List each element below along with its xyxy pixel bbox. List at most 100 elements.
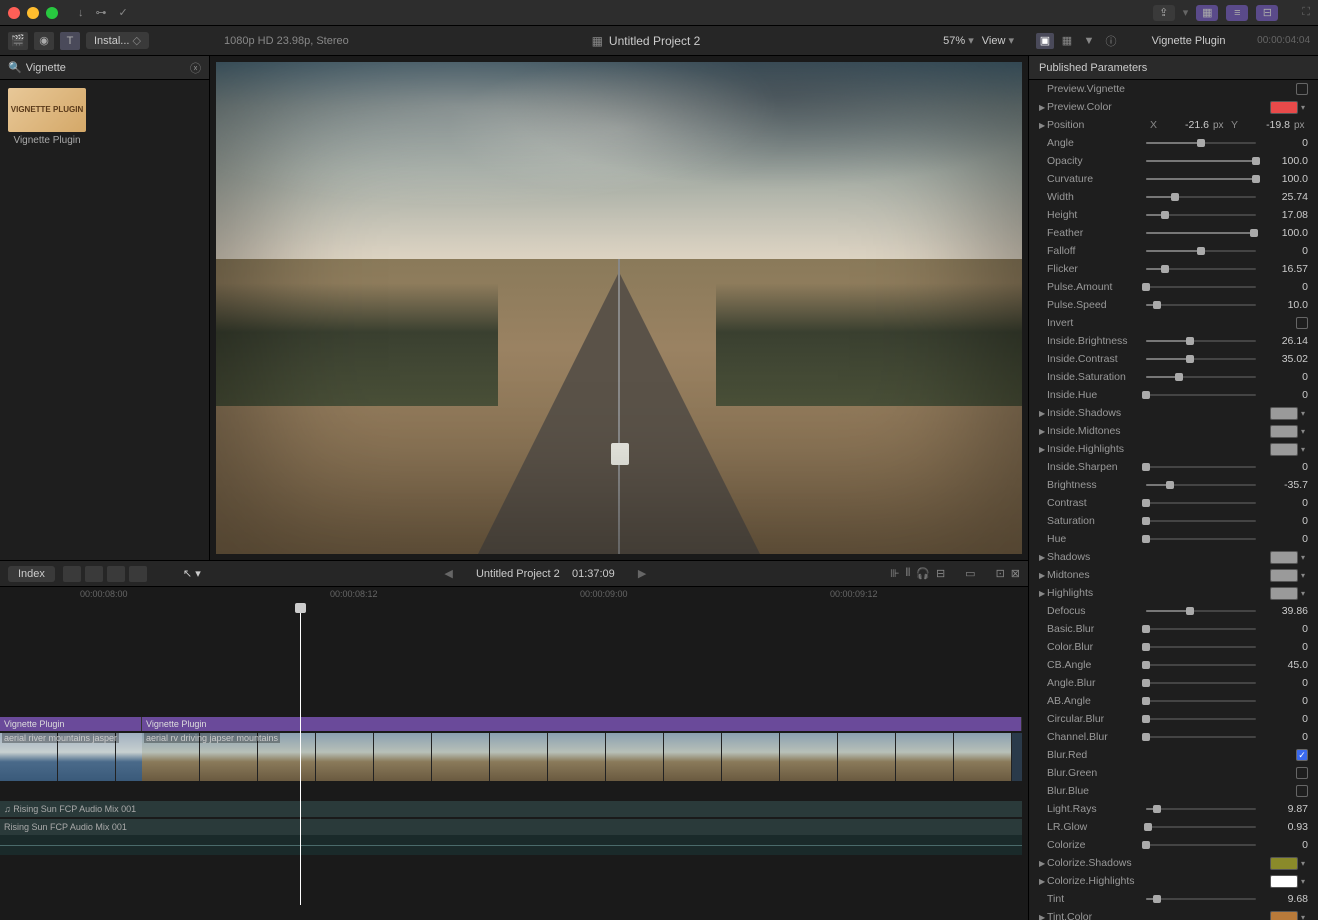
disclosure-icon[interactable]: ▶ (1039, 427, 1047, 436)
clear-search-icon[interactable]: ⓧ (190, 60, 201, 76)
param-slider[interactable] (1146, 160, 1256, 162)
param-value[interactable]: 0 (1260, 515, 1308, 527)
param-slider[interactable] (1146, 286, 1256, 288)
color-popup-icon[interactable]: ▾ (1298, 409, 1308, 418)
snap-icon[interactable]: ⊟ (936, 567, 945, 580)
param-checkbox[interactable] (1296, 767, 1308, 779)
timeline-tracks[interactable]: Vignette Plugin Vignette Plugin aerial r… (0, 605, 1028, 905)
param-value[interactable]: 0 (1260, 371, 1308, 383)
param-x[interactable]: -21.6 (1161, 119, 1209, 131)
param-slider[interactable] (1146, 484, 1256, 486)
search-input[interactable] (26, 62, 190, 74)
param-slider[interactable] (1146, 898, 1256, 900)
param-slider[interactable] (1146, 700, 1256, 702)
param-value[interactable]: 39.86 (1260, 605, 1308, 617)
audio-waveform[interactable] (0, 835, 1022, 855)
param-value[interactable]: 0 (1260, 695, 1308, 707)
color-swatch[interactable] (1270, 911, 1298, 920)
param-y[interactable]: -19.8 (1242, 119, 1290, 131)
zoom-fit-icon[interactable]: ⊠ (1011, 567, 1020, 580)
param-slider[interactable] (1146, 718, 1256, 720)
param-slider[interactable] (1146, 466, 1256, 468)
disclosure-icon[interactable]: ▶ (1039, 859, 1047, 868)
color-popup-icon[interactable]: ▾ (1298, 427, 1308, 436)
param-value[interactable]: 0 (1260, 245, 1308, 257)
photos-icon[interactable]: ◉ (34, 32, 54, 50)
color-popup-icon[interactable]: ▾ (1298, 571, 1308, 580)
param-slider[interactable] (1146, 538, 1256, 540)
param-value[interactable]: 45.0 (1260, 659, 1308, 671)
inspector-i-icon[interactable]: ⓘ (1102, 33, 1120, 49)
param-value[interactable]: 0 (1260, 281, 1308, 293)
view-popup[interactable]: View ▾ (982, 34, 1014, 47)
param-value[interactable]: 100.0 (1260, 155, 1308, 167)
project-title[interactable]: ▦Untitled Project 2 (592, 34, 701, 48)
audio-clip[interactable]: ♫ Rising Sun FCP Audio Mix 001 (0, 801, 1022, 817)
param-checkbox[interactable]: ✓ (1296, 749, 1308, 761)
maximize-button[interactable] (46, 7, 58, 19)
arrow-tool-icon[interactable]: ↖ ▾ (183, 567, 201, 580)
param-slider[interactable] (1146, 232, 1256, 234)
param-value[interactable]: 0 (1260, 461, 1308, 473)
layout-browser-button[interactable]: ▦ (1196, 5, 1218, 21)
insert-clip-icon[interactable] (85, 566, 103, 582)
skimming-icon[interactable]: ⊪ (890, 567, 900, 580)
param-checkbox[interactable] (1296, 317, 1308, 329)
param-value[interactable]: 0 (1260, 677, 1308, 689)
param-value[interactable]: 10.0 (1260, 299, 1308, 311)
import-icon[interactable]: ↓ (78, 7, 84, 19)
color-swatch[interactable] (1270, 425, 1298, 438)
zoom-popup[interactable]: 57% ▾ (943, 34, 974, 47)
param-slider[interactable] (1146, 304, 1256, 306)
zoom-tl-icon[interactable]: ⊡ (996, 567, 1005, 580)
color-popup-icon[interactable]: ▾ (1298, 589, 1308, 598)
render-icon[interactable]: ✓ (119, 6, 128, 19)
param-slider[interactable] (1146, 196, 1256, 198)
param-value[interactable]: 0 (1260, 533, 1308, 545)
param-value[interactable]: 0 (1260, 497, 1308, 509)
param-slider[interactable] (1146, 142, 1256, 144)
param-value[interactable]: 0 (1260, 713, 1308, 725)
param-value[interactable]: 0 (1260, 137, 1308, 149)
inspector-info-icon[interactable]: ▼ (1080, 33, 1098, 49)
param-value[interactable]: 9.68 (1260, 893, 1308, 905)
param-slider[interactable] (1146, 268, 1256, 270)
param-value[interactable]: 35.02 (1260, 353, 1308, 365)
param-slider[interactable] (1146, 808, 1256, 810)
color-popup-icon[interactable]: ▾ (1298, 553, 1308, 562)
clip-appearance-icon[interactable]: ▭ (965, 567, 975, 580)
keyword-icon[interactable]: ⊶ (96, 6, 107, 19)
param-slider[interactable] (1146, 610, 1256, 612)
param-slider[interactable] (1146, 844, 1256, 846)
color-popup-icon[interactable]: ▾ (1298, 913, 1308, 920)
param-value[interactable]: 25.74 (1260, 191, 1308, 203)
video-clip[interactable]: aerial rv driving japser mountains (142, 733, 1022, 781)
viewer-canvas[interactable] (216, 62, 1022, 554)
timeline-ruler[interactable]: 00:00:08:00 00:00:08:12 00:00:09:00 00:0… (0, 587, 1028, 605)
color-swatch[interactable] (1270, 857, 1298, 870)
disclosure-icon[interactable]: ▶ (1039, 121, 1047, 130)
param-slider[interactable] (1146, 178, 1256, 180)
audio-skim-icon[interactable]: ⫴ (906, 567, 911, 580)
param-checkbox[interactable] (1296, 785, 1308, 797)
inspector-generator-icon[interactable]: ▦ (1058, 33, 1076, 49)
param-slider[interactable] (1146, 250, 1256, 252)
color-swatch[interactable] (1270, 875, 1298, 888)
disclosure-icon[interactable]: ▶ (1039, 553, 1047, 562)
param-slider[interactable] (1146, 736, 1256, 738)
param-slider[interactable] (1146, 340, 1256, 342)
library-icon[interactable]: 🎬 (8, 32, 28, 50)
color-popup-icon[interactable]: ▾ (1298, 859, 1308, 868)
effect-clip[interactable]: Vignette Plugin (0, 717, 142, 731)
disclosure-icon[interactable]: ▶ (1039, 571, 1047, 580)
param-slider[interactable] (1146, 664, 1256, 666)
color-swatch[interactable] (1270, 443, 1298, 456)
param-value[interactable]: 100.0 (1260, 227, 1308, 239)
minimize-button[interactable] (27, 7, 39, 19)
disclosure-icon[interactable]: ▶ (1039, 445, 1047, 454)
param-value[interactable]: 26.14 (1260, 335, 1308, 347)
param-value[interactable]: -35.7 (1260, 479, 1308, 491)
close-button[interactable] (8, 7, 20, 19)
param-value[interactable]: 0.93 (1260, 821, 1308, 833)
param-slider[interactable] (1146, 358, 1256, 360)
